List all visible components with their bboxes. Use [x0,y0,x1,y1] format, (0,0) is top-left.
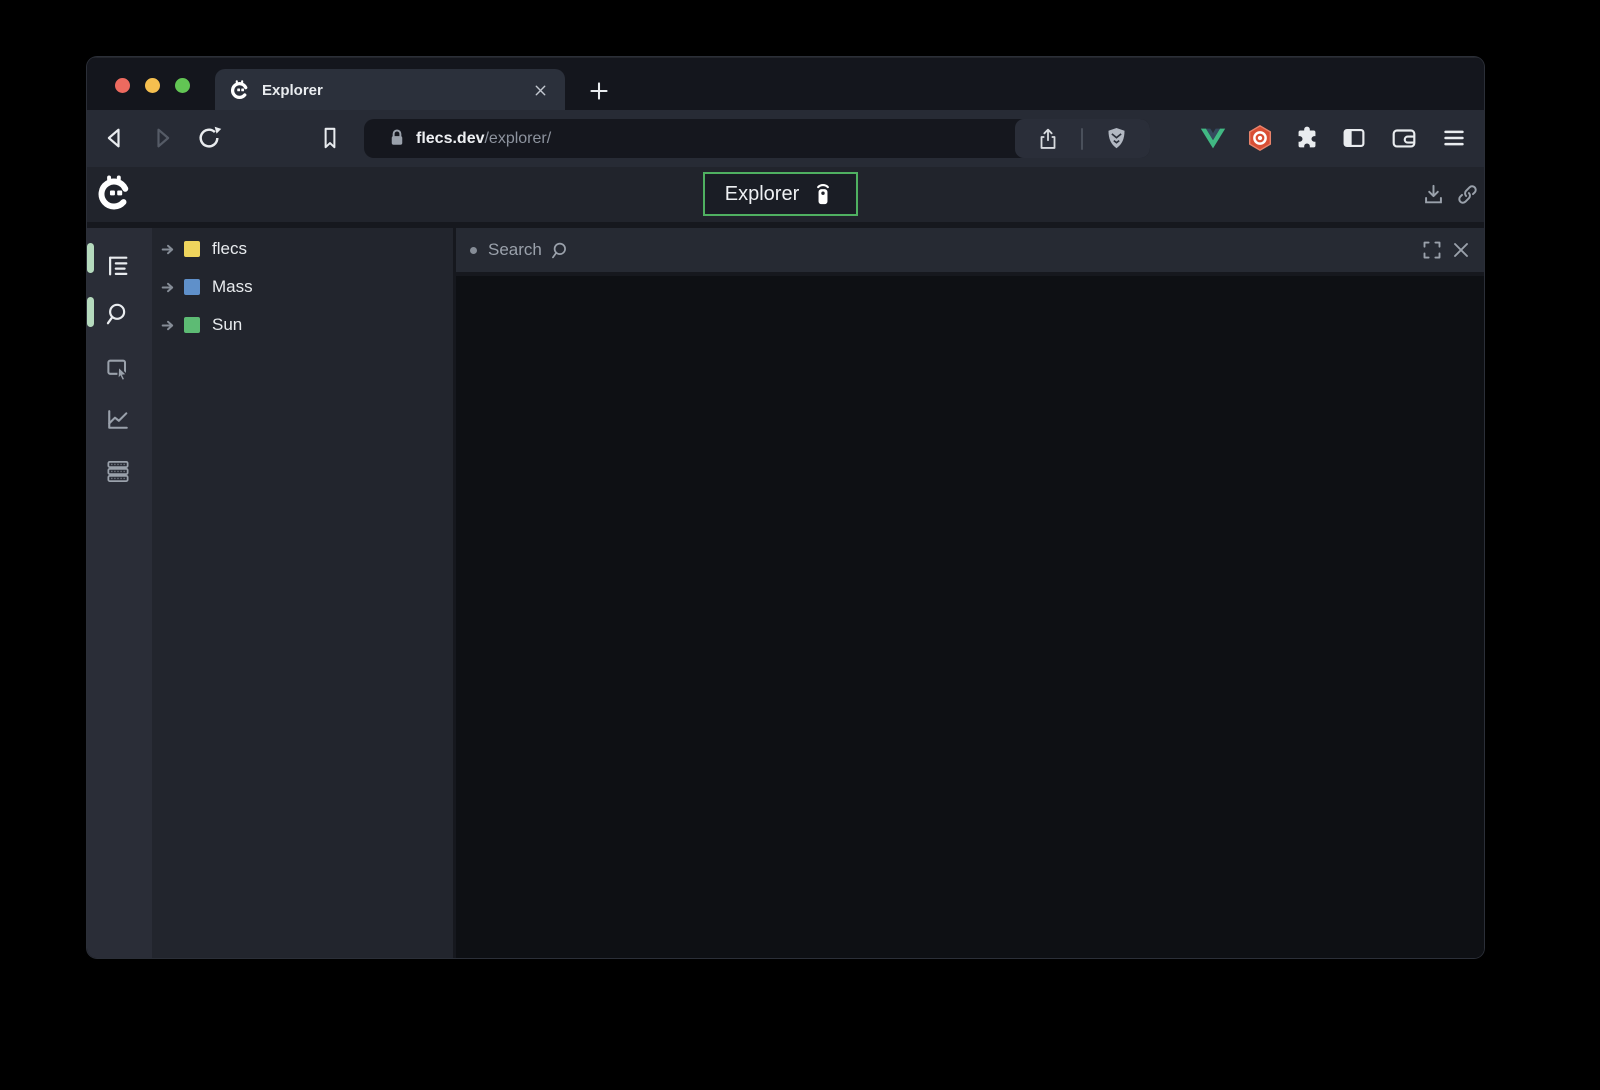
tree-item-label[interactable]: Mass [212,277,253,297]
tab-close-icon[interactable] [529,79,551,101]
search-view-icon[interactable] [104,300,132,328]
status-dot [470,247,477,254]
entity-color-swatch [184,241,200,257]
chart-view-icon[interactable] [104,405,132,433]
expand-arrow-icon[interactable] [160,317,177,334]
entity-color-swatch [184,317,200,333]
lock-icon[interactable] [385,126,409,150]
query-search-input[interactable]: Search [488,228,571,272]
browser-toolbar: flecs.dev/explorer/ [87,110,1484,167]
entity-tree-panel: flecs Mass [152,228,453,958]
new-tab-button[interactable] [588,80,610,102]
flecs-favicon-icon [229,80,250,101]
toolbar-divider [1081,128,1083,150]
wallet-icon[interactable] [1389,123,1419,153]
zoom-window-button[interactable] [175,78,190,93]
panels-area: flecs Mass [87,222,1484,958]
flecs-logo-icon[interactable] [95,175,133,213]
address-bar[interactable]: flecs.dev/explorer/ [364,119,1150,158]
tree-row-sun[interactable]: Sun [152,306,453,344]
menu-icon[interactable] [1439,123,1469,153]
remote-icon [810,181,836,207]
vue-devtools-icon[interactable] [1198,123,1228,153]
url-text: flecs.dev/explorer/ [416,119,551,158]
tree-item-label[interactable]: Sun [212,315,242,335]
back-icon[interactable] [101,124,129,152]
url-host: flecs.dev [416,130,484,148]
entity-color-swatch [184,279,200,295]
expand-arrow-icon[interactable] [160,279,177,296]
app-header: Explorer [87,167,1484,222]
address-bar-actions [1015,119,1150,158]
inspect-view-icon[interactable] [104,355,132,383]
close-icon[interactable] [1449,238,1473,262]
query-panel-header: Search [456,228,1484,272]
tree-row-flecs[interactable]: flecs [152,230,453,268]
query-results-area [456,276,1484,958]
query-panel: Search [456,228,1484,958]
app-title-button[interactable]: Explorer [703,172,858,216]
browser-window: Explorer [87,57,1484,958]
bookmark-icon[interactable] [316,124,344,152]
reload-icon[interactable] [195,124,223,152]
hexagon-extension-icon[interactable] [1245,123,1275,153]
search-placeholder: Search [488,240,542,260]
tree-view-icon[interactable] [104,252,132,280]
share-icon[interactable] [1035,126,1061,152]
page-content: Explorer [87,167,1484,958]
activity-bar [87,228,152,958]
forward-icon[interactable] [148,124,176,152]
expand-arrow-icon[interactable] [160,241,177,258]
tab-title: Explorer [262,82,517,99]
search-icon [550,240,571,261]
tree-row-mass[interactable]: Mass [152,268,453,306]
browser-tab[interactable]: Explorer [215,69,565,111]
app-title-label: Explorer [725,183,799,206]
query-panel-indicator [87,297,94,327]
minimize-window-button[interactable] [145,78,160,93]
extensions-puzzle-icon[interactable] [1292,123,1322,153]
close-window-button[interactable] [115,78,130,93]
tree-panel-indicator [87,243,94,273]
brave-shield-icon[interactable] [1103,125,1130,152]
url-path: /explorer/ [484,130,551,148]
tree-item-label[interactable]: flecs [212,239,247,259]
download-icon[interactable] [1421,182,1446,207]
table-view-icon[interactable] [104,457,132,485]
titlebar: Explorer [87,57,1484,110]
fullscreen-icon[interactable] [1420,238,1444,262]
link-icon[interactable] [1455,182,1480,207]
sidebar-toggle-icon[interactable] [1339,123,1369,153]
